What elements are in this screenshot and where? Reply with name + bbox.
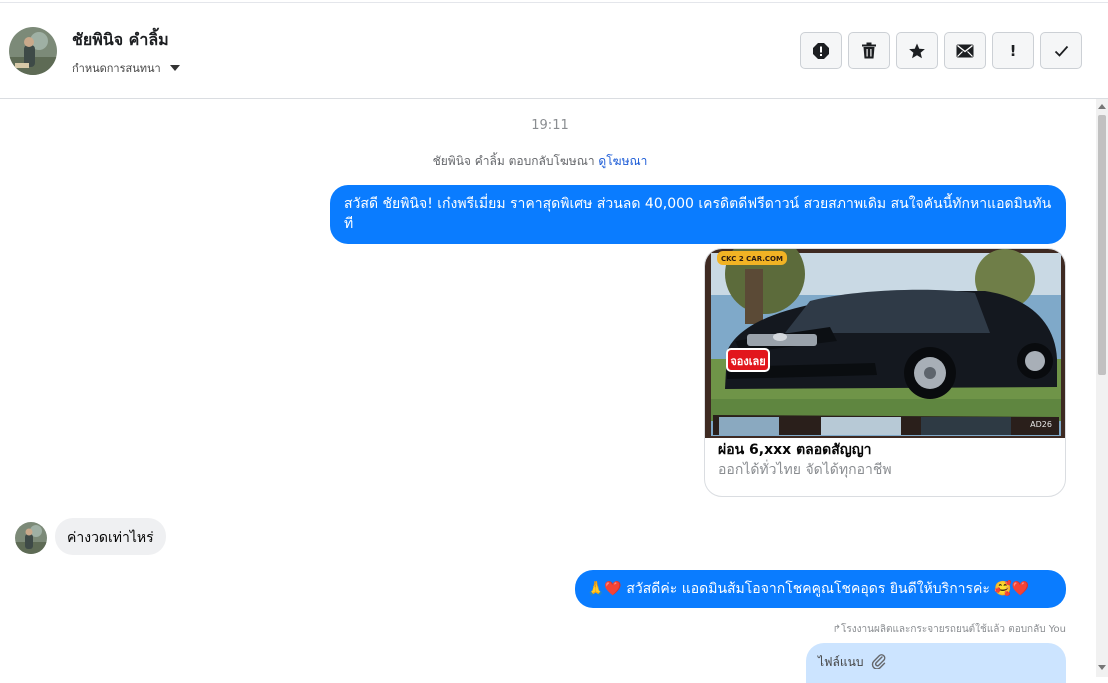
scroll-up-arrow-icon[interactable] (1098, 104, 1106, 109)
header-actions: ! (800, 32, 1082, 69)
thread-scrollbar[interactable] (1096, 99, 1108, 677)
report-icon (813, 42, 829, 59)
outgoing-message: สวัสดี ชัยพินิจ! เก๋งพรีเมี่ยม ราคาสุดพิ… (330, 185, 1066, 244)
incoming-message: ค่างวดเท่าไหร่ (55, 518, 166, 555)
report-button[interactable] (800, 32, 842, 69)
conversation-settings-dropdown[interactable]: กำหนดการสนทนา (72, 59, 180, 77)
caret-down-icon (169, 65, 180, 71)
contact-name[interactable]: ชัยพินิจ คำลิ้ม (72, 28, 169, 53)
message-timestamp: 19:11 (531, 118, 569, 133)
ad-card-title: ผ่อน 6,xxx ตลอดสัญญา (718, 442, 872, 458)
mark-done-button[interactable] (1040, 32, 1082, 69)
ad-plate-text: AD26 (1030, 420, 1052, 429)
ad-reply-notice: ชัยพินิจ คำลิ้ม ตอบกลับโฆษณา ดูโฆษณา (0, 152, 1080, 171)
delete-button[interactable] (848, 32, 890, 69)
ad-sticker-text: จองเลย (730, 355, 765, 368)
sender-avatar[interactable] (15, 522, 47, 554)
envelope-icon (956, 44, 974, 57)
ad-card[interactable]: CKC 2 CAR.COM จองเลย AD26 ผ่อน 6,xxx ตลอ… (704, 248, 1066, 497)
sent-by-note: ↱โรงงานผลิตและกระจายรถยนต์ใช้แล้ว ตอบกลั… (832, 624, 1066, 635)
checkmark-icon (1054, 45, 1068, 57)
view-ad-link[interactable]: ดูโฆษณา (598, 154, 647, 168)
conversation-header: ชัยพินิจ คำลิ้ม กำหนดการสนทนา ! (0, 3, 1108, 99)
conversation-settings-label: กำหนดการสนทนา (72, 62, 161, 75)
spam-button[interactable]: ! (992, 32, 1034, 69)
scroll-down-arrow-icon[interactable] (1098, 665, 1106, 670)
contact-avatar[interactable] (9, 27, 57, 75)
trash-icon (862, 42, 876, 59)
ad-badge-text: CKC 2 CAR.COM (721, 255, 783, 263)
outgoing-message: 🙏❤️ สวัสดีค่ะ แอดมินส้มโอจากโชคคูณโชคอุด… (575, 570, 1066, 608)
scrollbar-thumb[interactable] (1098, 115, 1106, 375)
car-ad-image: CKC 2 CAR.COM จองเลย AD26 (705, 249, 1065, 438)
attachment-message[interactable]: ไฟล์แนบ (806, 643, 1066, 683)
exclamation-icon: ! (1009, 41, 1017, 60)
star-icon (909, 43, 925, 58)
star-button[interactable] (896, 32, 938, 69)
paperclip-icon (872, 654, 886, 669)
attachment-label: ไฟล์แนบ (818, 655, 864, 669)
mark-unread-button[interactable] (944, 32, 986, 69)
ad-card-subtitle: ออกได้ทั่วไทย จัดได้ทุกอาชีพ (718, 462, 892, 478)
ad-reply-text: ชัยพินิจ คำลิ้ม ตอบกลับโฆษณา (432, 154, 595, 168)
